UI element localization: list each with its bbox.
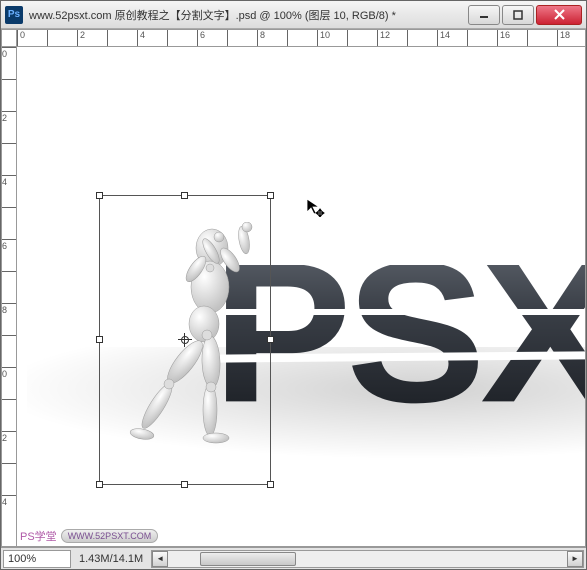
status-bar: 100% 1.43M/14.1M ◄ ► — [1, 547, 586, 569]
ruler-tick: 2 — [2, 431, 16, 443]
scroll-track[interactable] — [168, 552, 567, 566]
scroll-right-button[interactable]: ► — [567, 551, 583, 567]
app-icon: Ps — [5, 6, 23, 24]
window-title: www.52psxt.com 原创教程之【分割文字】.psd @ 100% (图… — [29, 7, 468, 23]
ruler-tick — [347, 30, 350, 46]
ruler-tick: 0 — [2, 47, 16, 59]
ruler-tick: 0 — [2, 367, 16, 379]
watermark-label: PS学堂 — [20, 528, 57, 544]
maximize-button[interactable] — [502, 5, 534, 25]
minimize-button[interactable] — [468, 5, 500, 25]
app-window: Ps www.52psxt.com 原创教程之【分割文字】.psd @ 100%… — [0, 0, 587, 570]
canvas-area[interactable]: PSX — [17, 47, 586, 547]
ruler-tick: 16 — [497, 30, 510, 46]
ruler-tick: 6 — [2, 239, 16, 251]
ruler-tick: 8 — [257, 30, 265, 46]
transform-bounding-box[interactable] — [99, 195, 271, 485]
ruler-tick: 4 — [137, 30, 145, 46]
ruler-tick: 2 — [77, 30, 85, 46]
scroll-thumb[interactable] — [200, 552, 296, 566]
document-canvas[interactable]: PSX — [17, 47, 585, 546]
titlebar[interactable]: Ps www.52psxt.com 原创教程之【分割文字】.psd @ 100%… — [1, 1, 586, 29]
ruler-tick — [527, 30, 530, 46]
ruler-tick: 14 — [437, 30, 450, 46]
transform-center-icon[interactable] — [178, 333, 192, 347]
transform-handle[interactable] — [96, 192, 103, 199]
transform-handle[interactable] — [96, 481, 103, 488]
ruler-tick: 12 — [377, 30, 390, 46]
close-icon — [554, 9, 565, 20]
transform-handle[interactable] — [267, 336, 274, 343]
ruler-tick — [467, 30, 470, 46]
ruler-origin[interactable] — [1, 29, 17, 47]
watermark: PS学堂 WWW.52PSXT.COM — [20, 528, 158, 544]
ruler-tick — [2, 143, 16, 145]
ruler-tick: 8 — [2, 303, 16, 315]
ruler-tick — [2, 463, 16, 465]
ruler-tick — [287, 30, 290, 46]
ruler-tick: 6 — [197, 30, 205, 46]
transform-handle[interactable] — [267, 481, 274, 488]
watermark-url: WWW.52PSXT.COM — [61, 529, 159, 543]
ruler-tick — [2, 271, 16, 273]
ruler-tick — [2, 399, 16, 401]
ruler-tick — [407, 30, 410, 46]
ruler-tick — [47, 30, 50, 46]
ruler-tick: 4 — [2, 495, 16, 507]
doc-size-text: 1.43M/14.1M — [73, 553, 149, 565]
ruler-horizontal[interactable]: 0 2 4 6 8 10 12 14 16 18 — [17, 29, 586, 47]
transform-handle[interactable] — [181, 481, 188, 488]
minimize-icon — [479, 10, 489, 20]
ruler-tick: 4 — [2, 175, 16, 187]
horizontal-scrollbar[interactable]: ◄ ► — [151, 550, 584, 568]
ruler-vertical[interactable]: 0 2 4 6 8 0 2 4 — [1, 47, 17, 547]
move-cursor-icon — [305, 197, 325, 217]
ruler-tick: 10 — [317, 30, 330, 46]
transform-handle[interactable] — [96, 336, 103, 343]
ruler-tick: 2 — [2, 111, 16, 123]
transform-handle[interactable] — [181, 192, 188, 199]
transform-handle[interactable] — [267, 192, 274, 199]
ruler-tick — [167, 30, 170, 46]
maximize-icon — [513, 10, 523, 20]
scroll-left-button[interactable]: ◄ — [152, 551, 168, 567]
ruler-tick — [2, 79, 16, 81]
close-button[interactable] — [536, 5, 582, 25]
ruler-tick: 0 — [17, 30, 25, 46]
ruler-tick — [2, 335, 16, 337]
ruler-tick — [227, 30, 230, 46]
ruler-tick — [2, 207, 16, 209]
ruler-tick: 18 — [557, 30, 570, 46]
zoom-input[interactable]: 100% — [3, 550, 71, 568]
ruler-tick — [107, 30, 110, 46]
